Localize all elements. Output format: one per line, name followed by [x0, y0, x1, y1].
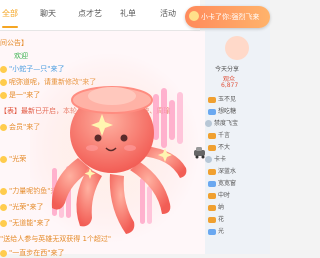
vip-badge-icon	[208, 108, 216, 115]
eye-icon	[94, 134, 102, 142]
gift-icon	[189, 11, 199, 21]
viewer-row[interactable]: 中时	[205, 190, 270, 201]
level-badge-icon	[0, 65, 7, 73]
viewer-row[interactable]: 禁度飞宝	[205, 118, 270, 129]
viewer-row[interactable]: 想吃糖	[205, 106, 270, 117]
viewer-row[interactable]: 宽宽窗	[205, 178, 270, 189]
viewer-row[interactable]: 卡卡	[205, 154, 270, 165]
blush-icon	[124, 145, 136, 151]
level-badge-icon	[0, 219, 7, 227]
vip-badge-icon	[208, 192, 216, 199]
avatar	[205, 156, 212, 163]
hat-top-icon	[88, 87, 136, 105]
viewer-panel: 今天分享 观众 6,877 玉不见 想吃糖 禁度飞宝 千言 不大 卡卡 深蓝水 …	[205, 0, 270, 254]
tab-talent[interactable]: 点才艺	[78, 8, 102, 19]
chat-tabs: 全部 聊天 点才艺 礼单 活动	[0, 0, 200, 31]
vip-badge-icon	[208, 144, 216, 151]
viewer-row[interactable]: 玉不见	[205, 94, 270, 105]
chat-message: 间公告】	[0, 39, 28, 47]
level-badge-icon	[0, 187, 7, 195]
vip-badge-icon	[208, 216, 216, 223]
gift-notification-banner[interactable]: 小卡了你:强烈飞来	[185, 6, 270, 28]
vip-badge-icon	[208, 168, 216, 175]
tab-all[interactable]: 全部	[2, 8, 18, 19]
vip-badge-icon	[208, 180, 216, 187]
viewer-row[interactable]: 光	[205, 226, 270, 237]
gift-animation	[30, 53, 205, 243]
tab-chat[interactable]: 聊天	[40, 8, 56, 19]
level-badge-icon	[0, 203, 7, 211]
viewer-count: 6,877	[221, 82, 239, 89]
level-badge-icon	[0, 91, 7, 99]
vip-badge-icon	[208, 132, 216, 139]
share-label: 今天分享	[215, 66, 240, 73]
chat-message: 欢迎	[14, 52, 28, 60]
viewer-row[interactable]: 千言	[205, 130, 270, 141]
tab-gift-list[interactable]: 礼单	[120, 8, 136, 19]
level-badge-icon	[0, 155, 7, 163]
level-badge-icon	[0, 78, 7, 86]
level-badge-icon	[0, 249, 7, 257]
level-badge-icon	[0, 123, 7, 131]
viewer-row[interactable]: 深蓝水	[205, 166, 270, 177]
tab-active-indicator	[2, 26, 18, 28]
banner-text: 小卡了你:强烈飞来	[201, 13, 260, 21]
viewer-row[interactable]: 纳	[205, 202, 270, 213]
avatar	[205, 120, 212, 127]
blush-icon	[86, 145, 98, 151]
tab-activity[interactable]: 活动	[160, 8, 176, 19]
vip-badge-icon	[208, 96, 216, 103]
viewer-row[interactable]: 不大	[205, 142, 270, 153]
viewer-row[interactable]: 花	[205, 214, 270, 225]
vip-badge-icon	[208, 204, 216, 211]
chat-message: "光荣	[0, 155, 26, 164]
streamer-avatar[interactable]	[225, 36, 249, 60]
eye-icon	[120, 134, 128, 142]
vip-badge-icon	[208, 228, 216, 235]
